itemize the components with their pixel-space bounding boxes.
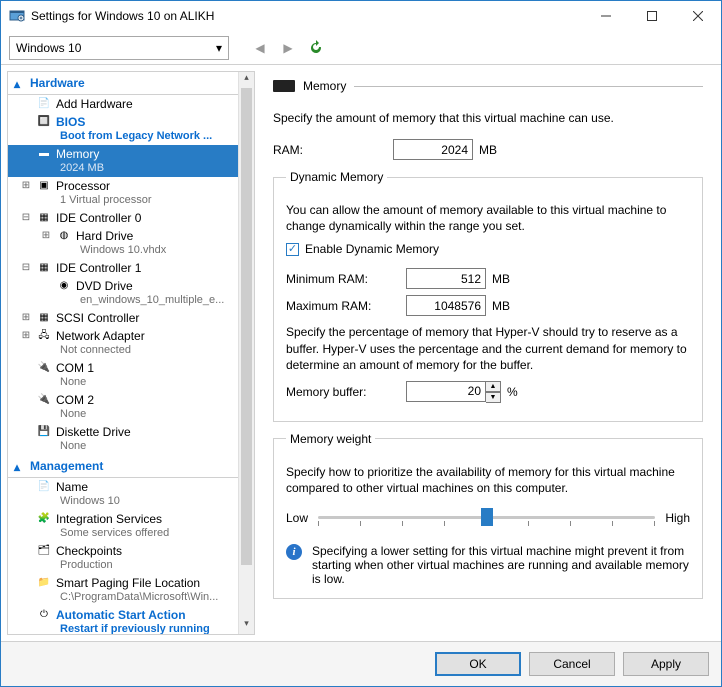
caret-up-icon: ▴ [14,460,20,474]
nav-back-button[interactable]: ◀ [249,37,271,59]
memory-settings-panel: Memory Specify the amount of memory that… [255,65,721,641]
dynamic-memory-group: Dynamic Memory You can allow the amount … [273,170,703,422]
tree-item-checkpoints[interactable]: 🗂Checkpoints Production [8,542,254,574]
min-ram-input[interactable] [406,268,486,289]
ram-input[interactable] [393,139,473,160]
buffer-description: Specify the percentage of memory that Hy… [286,324,690,373]
panel-title: Memory [303,79,346,93]
scroll-down-icon[interactable]: ▾ [239,618,254,634]
tree-item-com1[interactable]: 🔌COM 1 None [8,359,254,391]
memory-weight-group: Memory weight Specify how to prioritize … [273,432,703,599]
cpu-icon: ▣ [36,179,52,193]
expander-icon[interactable]: ⊟ [20,261,32,275]
weight-slider[interactable] [318,506,655,530]
chevron-down-icon: ▾ [216,41,222,55]
buffer-label: Memory buffer: [286,385,406,399]
add-hardware-icon: 📄 [36,97,52,111]
controller-icon: ▦ [36,211,52,225]
expander-icon[interactable]: ⊞ [20,179,32,193]
autostart-icon: ⏻ [36,608,52,622]
window-title: Settings for Windows 10 on ALIKH [31,9,583,23]
vm-selector-value: Windows 10 [16,41,81,55]
settings-tree: ▴ Hardware 📄Add Hardware 🔲BIOS Boot from… [7,71,255,635]
bios-icon: 🔲 [36,115,52,129]
expander-icon[interactable]: ⊞ [20,329,32,343]
network-icon: 🖧 [36,329,52,343]
expander-icon[interactable]: ⊟ [20,211,32,225]
section-management[interactable]: ▴ Management [8,455,254,478]
tree-scrollbar[interactable]: ▴ ▾ [238,72,254,634]
maximize-button[interactable] [629,1,675,31]
scroll-up-icon[interactable]: ▴ [239,72,254,88]
memory-description: Specify the amount of memory that this v… [273,111,703,125]
cancel-button[interactable]: Cancel [529,652,615,676]
slider-thumb[interactable] [481,508,493,526]
close-button[interactable] [675,1,721,31]
buffer-input[interactable] [406,381,486,402]
max-ram-input[interactable] [406,295,486,316]
max-ram-label: Maximum RAM: [286,299,406,313]
tree-item-network[interactable]: ⊞🖧Network Adapter Not connected [8,327,254,359]
enable-dynamic-label: Enable Dynamic Memory [305,242,439,256]
dialog-footer: OK Cancel Apply [1,641,721,686]
tree-item-auto-start[interactable]: ⏻Automatic Start Action Restart if previ… [8,606,254,635]
tree-item-diskette[interactable]: 💾Diskette Drive None [8,423,254,455]
paging-icon: 📁 [36,576,52,590]
tree-item-dvd[interactable]: ◉DVD Drive en_windows_10_multiple_e... [8,277,254,309]
vm-selector-dropdown[interactable]: Windows 10 ▾ [9,36,229,60]
port-icon: 🔌 [36,393,52,407]
weight-description: Specify how to prioritize the availabili… [286,464,690,496]
dynamic-memory-description: You can allow the amount of memory avail… [286,202,690,234]
memory-weight-legend: Memory weight [286,432,375,446]
ok-button[interactable]: OK [435,652,521,676]
buffer-spin-up[interactable]: ▲ [486,381,501,392]
titlebar: Settings for Windows 10 on ALIKH [1,1,721,31]
section-hardware[interactable]: ▴ Hardware [8,72,254,95]
port-icon: 🔌 [36,361,52,375]
tree-item-smart-paging[interactable]: 📁Smart Paging File Location C:\ProgramDa… [8,574,254,606]
toolbar: Windows 10 ▾ ◀ ▶ [1,31,721,65]
nav-forward-button[interactable]: ▶ [277,37,299,59]
expander-icon[interactable]: ⊞ [40,229,52,243]
controller-icon: ▦ [36,261,52,275]
caret-up-icon: ▴ [14,77,20,91]
tree-item-ide1[interactable]: ⊟▦IDE Controller 1 [8,259,254,277]
memory-icon: ▬ [36,147,52,161]
tree-item-processor[interactable]: ⊞▣Processor 1 Virtual processor [8,177,254,209]
weight-info-text: Specifying a lower setting for this virt… [312,544,690,586]
refresh-button[interactable] [305,37,327,59]
dynamic-memory-legend: Dynamic Memory [286,170,387,184]
min-ram-label: Minimum RAM: [286,272,406,286]
expander-icon[interactable]: ⊞ [20,311,32,325]
tree-item-integration[interactable]: 🧩Integration Services Some services offe… [8,510,254,542]
tree-item-scsi[interactable]: ⊞▦SCSI Controller [8,309,254,327]
tree-item-memory[interactable]: ▬Memory 2024 MB [8,145,254,177]
tree-item-com2[interactable]: 🔌COM 2 None [8,391,254,423]
dvd-icon: ◉ [56,279,72,293]
ram-unit: MB [479,143,497,157]
slider-low-label: Low [286,511,308,525]
info-icon: i [286,544,302,560]
apply-button[interactable]: Apply [623,652,709,676]
controller-icon: ▦ [36,311,52,325]
services-icon: 🧩 [36,512,52,526]
floppy-icon: 💾 [36,425,52,439]
minimize-button[interactable] [583,1,629,31]
tree-item-hard-drive[interactable]: ⊞◍Hard Drive Windows 10.vhdx [8,227,254,259]
buffer-spin-down[interactable]: ▼ [486,392,501,403]
tree-item-add-hardware[interactable]: 📄Add Hardware [8,95,254,113]
ram-label: RAM: [273,143,393,157]
tree-item-bios[interactable]: 🔲BIOS Boot from Legacy Network ... [8,113,254,145]
checkpoint-icon: 🗂 [36,544,52,558]
slider-high-label: High [665,511,690,525]
disk-icon: ◍ [56,229,72,243]
tree-item-name[interactable]: 📄Name Windows 10 [8,478,254,510]
app-icon [9,8,25,24]
enable-dynamic-checkbox[interactable]: ✓ [286,243,299,256]
tree-item-ide0[interactable]: ⊟▦IDE Controller 0 [8,209,254,227]
name-icon: 📄 [36,480,52,494]
memory-panel-icon [273,80,295,92]
